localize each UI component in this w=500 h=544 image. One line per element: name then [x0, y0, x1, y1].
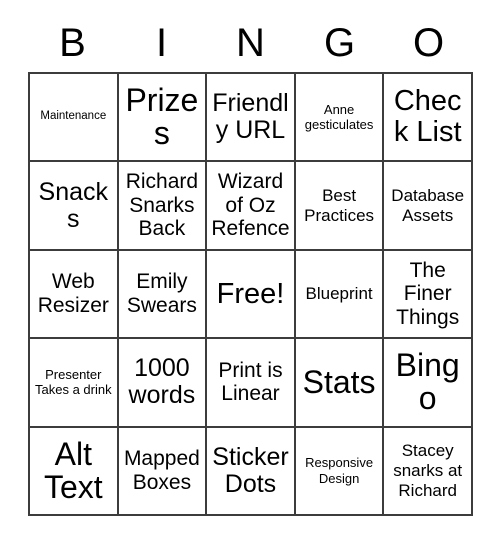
- bingo-cell-label: Anne gesticulates: [304, 101, 374, 133]
- bingo-cell-label: Prizes: [125, 81, 199, 152]
- bingo-header-row: B I N G O: [28, 14, 473, 72]
- bingo-cell-r5c4[interactable]: Responsive Design: [295, 427, 385, 516]
- bingo-cell-r4c1[interactable]: Presenter Takes a drink: [30, 339, 119, 428]
- bingo-cell-label: Stats: [302, 363, 376, 400]
- bingo-cell-r4c3[interactable]: Print is Linear: [207, 339, 296, 428]
- bingo-cell-label: Richard Snarks Back: [125, 170, 199, 241]
- bingo-cell-label: Blueprint: [305, 284, 373, 304]
- bingo-cell-r2c5[interactable]: Database Assets: [384, 162, 473, 251]
- bingo-cell-label: Alt Text: [43, 435, 103, 505]
- header-letter-i: I: [155, 21, 168, 65]
- bingo-cell-label: Check List: [393, 85, 462, 149]
- bingo-cell-label: Sticker Dots: [212, 442, 289, 498]
- bingo-cell-label: 1000 words: [128, 354, 196, 410]
- bingo-cell-label: Wizard of Oz Refence: [211, 170, 290, 241]
- bingo-cell-r4c4[interactable]: Stats: [295, 339, 385, 428]
- bingo-cell-r2c3[interactable]: Wizard of Oz Refence: [207, 162, 296, 251]
- bingo-cell-label: Print is Linear: [218, 358, 283, 406]
- bingo-grid: Maintenance Prizes Friendly URL Anne ges…: [28, 72, 473, 516]
- bingo-cell-r5c2[interactable]: Mapped Boxes: [118, 427, 208, 516]
- bingo-cell-label: Presenter Takes a drink: [35, 366, 112, 398]
- bingo-cell-label: Best Practices: [304, 185, 375, 225]
- bingo-cell-r5c5[interactable]: Stacey snarks at Richard: [384, 427, 473, 516]
- bingo-cell-r4c2[interactable]: 1000 words: [118, 339, 208, 428]
- header-letter-o: O: [412, 21, 445, 65]
- bingo-cell-r3c4[interactable]: Blueprint: [295, 250, 385, 340]
- header-letter-n: N: [236, 21, 265, 65]
- bingo-cell-r3c5[interactable]: The Finer Things: [384, 250, 473, 340]
- bingo-cell-r5c3[interactable]: Sticker Dots: [207, 427, 296, 516]
- bingo-cell-label: Mapped Boxes: [123, 447, 200, 494]
- bingo-cell-r1c5[interactable]: Check List: [384, 74, 473, 163]
- bingo-cell-label: The Finer Things: [396, 258, 460, 329]
- bingo-cell-r1c1[interactable]: Maintenance: [30, 74, 119, 163]
- bingo-cell-free-space[interactable]: Free!: [207, 250, 296, 340]
- bingo-cell-r1c4[interactable]: Anne gesticulates: [295, 74, 385, 163]
- bingo-cell-label: Snacks: [38, 177, 109, 233]
- free-space-label: Free!: [216, 277, 285, 310]
- bingo-cell-label: Web Resizer: [37, 270, 109, 317]
- bingo-cell-r2c4[interactable]: Best Practices: [295, 162, 385, 251]
- header-letter-g: G: [323, 21, 356, 65]
- bingo-cell-label: Stacey snarks at Richard: [393, 441, 463, 500]
- bingo-cell-r3c1[interactable]: Web Resizer: [30, 250, 119, 340]
- bingo-cell-r2c2[interactable]: Richard Snarks Back: [118, 162, 208, 251]
- bingo-cell-label: Emily Swears: [126, 270, 197, 317]
- bingo-card: B I N G O Maintenance Prizes Friendly UR…: [0, 0, 500, 544]
- bingo-cell-r2c1[interactable]: Snacks: [30, 162, 119, 251]
- bingo-cell-r1c3[interactable]: Friendly URL: [207, 74, 296, 163]
- bingo-cell-label: Maintenance: [40, 110, 107, 123]
- bingo-cell-r3c2[interactable]: Emily Swears: [118, 250, 208, 340]
- bingo-cell-label: Bingo: [395, 347, 460, 417]
- bingo-cell-label: Friendly URL: [212, 89, 289, 145]
- header-letter-b: B: [59, 21, 86, 65]
- bingo-cell-r5c1[interactable]: Alt Text: [30, 427, 119, 516]
- bingo-cell-label: Responsive Design: [305, 455, 374, 486]
- bingo-cell-r1c2[interactable]: Prizes: [118, 74, 208, 163]
- bingo-cell-r4c5[interactable]: Bingo: [384, 339, 473, 428]
- bingo-cell-label: Database Assets: [391, 185, 465, 225]
